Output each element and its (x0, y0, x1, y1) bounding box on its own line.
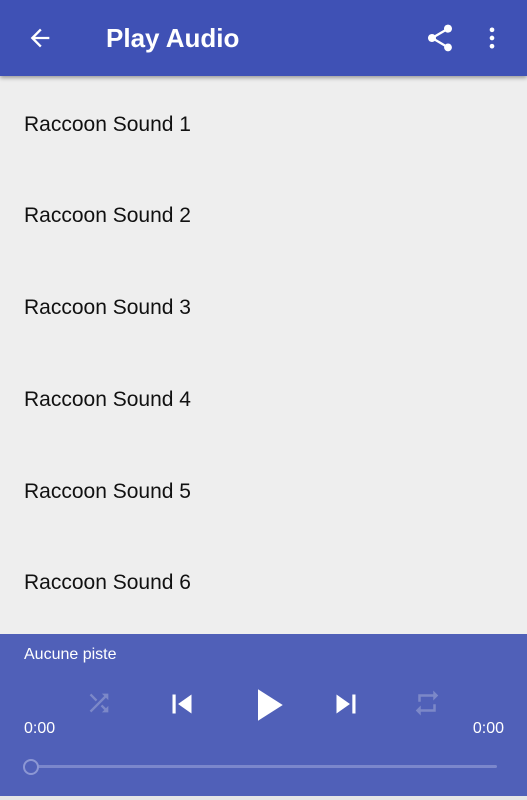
track-name: Aucune piste (24, 646, 117, 663)
list-item-label: Raccoon Sound 2 (24, 204, 191, 227)
list-item[interactable]: Raccoon Sound 5 (0, 442, 527, 533)
bottom-divider (0, 796, 527, 800)
list-item-label: Raccoon Sound 1 (24, 113, 191, 136)
skip-previous-icon (172, 694, 192, 714)
list-item-label: Raccoon Sound 6 (24, 571, 191, 594)
list-item[interactable]: Raccoon Sound 6 (0, 533, 527, 624)
repeat-button[interactable] (410, 686, 444, 720)
list-item[interactable]: Raccoon Sound 1 (0, 76, 527, 167)
share-button[interactable] (422, 20, 458, 56)
shuffle-button[interactable] (82, 686, 116, 720)
play-icon (258, 689, 283, 721)
list-item[interactable]: Raccoon Sound 2 (0, 167, 527, 258)
skip-next-icon (336, 694, 356, 714)
share-icon (428, 24, 452, 52)
list-item-label: Raccoon Sound 5 (24, 480, 191, 503)
list-item[interactable]: Raccoon Sound 4 (0, 350, 527, 441)
seek-thumb[interactable] (23, 759, 39, 775)
app-toolbar: Play Audio (0, 0, 527, 76)
current-time: 0:00 (24, 720, 56, 737)
page-title: Play Audio (106, 23, 240, 53)
play-button[interactable] (240, 678, 294, 732)
total-time: 0:00 (472, 720, 504, 737)
arrow-left-icon (30, 28, 50, 48)
more-vertical-icon (489, 27, 495, 49)
shuffle-icon (89, 693, 109, 713)
audio-player: Aucune piste 0:00 0:00 (0, 634, 527, 796)
back-button[interactable] (22, 20, 58, 56)
skip-previous-button[interactable] (162, 684, 202, 724)
play-audio-screen: Play Audio Raccoon Sound 1 Raccoon Sound… (0, 0, 527, 800)
list-item-label: Raccoon Sound 4 (24, 388, 191, 411)
list-item-label: Raccoon Sound 3 (24, 296, 191, 319)
list-item[interactable]: Raccoon Sound 3 (0, 259, 527, 350)
repeat-icon (415, 690, 439, 716)
skip-next-button[interactable] (326, 684, 366, 724)
sound-list: Raccoon Sound 1 Raccoon Sound 2 Raccoon … (0, 76, 527, 634)
seek-bar[interactable] (31, 765, 497, 768)
more-options-button[interactable] (478, 20, 506, 56)
